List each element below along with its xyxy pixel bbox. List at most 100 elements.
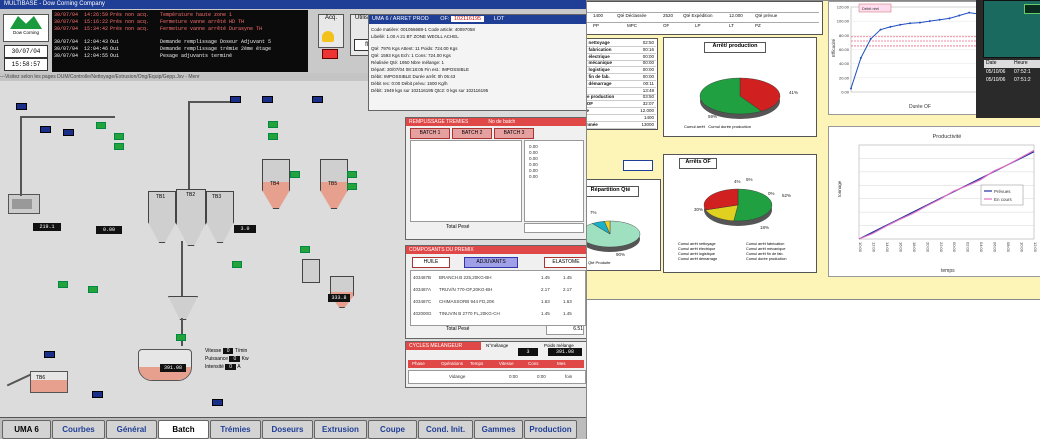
alarm-row[interactable]: 30/07/04 14:26:59 Prés non acq. Température…	[52, 12, 308, 19]
pie-percent-label: 90%	[616, 252, 625, 257]
y-tick-label: 120.00	[837, 5, 850, 10]
trend-table-row[interactable]: 05/10/06 07:51:2	[984, 77, 1040, 84]
tab-elastome[interactable]: ELASTOME	[544, 257, 586, 268]
trend-table-row[interactable]: 05/10/06 07:52:1	[984, 69, 1040, 76]
summary-row-3: Opérations PP MPC OF LP LT PZ	[559, 23, 819, 32]
component-row[interactable]: 403487A TRUV/N 770-OF,20KG-BH 2.17 2.17	[411, 287, 585, 297]
order-line: Qté: 7976 Kgs Attent: 11 Poids: 724.00 K…	[371, 46, 458, 51]
tab-doseurs[interactable]: Doseurs	[262, 420, 313, 439]
tab-coupe[interactable]: Coupe	[368, 420, 417, 439]
x-tick-label: 10:00	[1020, 242, 1025, 253]
tab-adjuvants[interactable]: ADJUVANTS	[464, 257, 518, 268]
component-code: 403487B	[413, 275, 432, 280]
order-details: Code matière: 001056688-1 Code article: …	[371, 26, 585, 94]
tank-left-readout: 219.1	[33, 223, 61, 231]
tab-batch-3[interactable]: BATCH 3	[494, 128, 534, 139]
tab-extrusion[interactable]: Extrusion	[314, 420, 367, 439]
alarm-row[interactable]: 30/07/04 12:04:55 Oui Pesage adjuvants term…	[52, 53, 308, 60]
alarm-list[interactable]: 30/07/04 14:26:59 Prés non acq. Température…	[52, 10, 308, 72]
alarm-time: 12:04:46	[84, 46, 109, 52]
valve-icon[interactable]	[16, 103, 27, 110]
batch-value: 0.00	[529, 156, 538, 161]
x-tick-label: 22:00	[939, 242, 944, 253]
valve-icon[interactable]	[63, 129, 74, 136]
green-valve-icon[interactable]	[300, 246, 310, 253]
alarm-row[interactable]: 30/07/04 15:34:42 Prés non acq. Fermeture v…	[52, 26, 308, 33]
x-tick-label: 12:00	[871, 242, 876, 253]
intensite-value: 0	[225, 364, 237, 370]
report-summary-table: 01:00 Qté Rebut 1400 Qté Déclassée 2520 …	[556, 1, 823, 35]
valve-icon[interactable]	[312, 96, 323, 103]
component-v2: 1.63	[563, 299, 572, 304]
bottom-tab-bar: UMA 6 Courbes Général Batch Trémies Doseurs Ex…	[0, 417, 586, 439]
green-valve-icon[interactable]	[290, 171, 300, 178]
alarm-row[interactable]: 30/07/04 15:16:22 Prés non acq. Fermeture v…	[52, 19, 308, 26]
valve-icon[interactable]	[212, 399, 223, 406]
order-line: Réalisée Qté: 1950 Nbre mélange: 1	[371, 60, 445, 65]
component-v1: 1.45	[541, 275, 550, 280]
tab-production[interactable]: Production	[524, 420, 577, 439]
cumul-value: 03:50	[642, 94, 654, 100]
green-valve-icon[interactable]	[176, 334, 186, 341]
alarm-date: 30/07/04	[54, 12, 79, 18]
legend-item: Cumul arrêt mécanique	[746, 247, 786, 251]
alarm-time: 15:34:42	[84, 26, 109, 32]
melange-value: 3	[518, 348, 538, 356]
no-batch-label: No de batch	[488, 119, 516, 125]
component-row[interactable]: 402000G TINUVIN B 2770 FL,20KG-CH 1.45 1.45	[411, 311, 585, 321]
valve-icon[interactable]	[230, 96, 241, 103]
row-time: 07:52:1	[1014, 69, 1031, 75]
tab-courbes[interactable]: Courbes	[52, 420, 105, 439]
tab-batch-2[interactable]: BATCH 2	[452, 128, 492, 139]
green-valve-icon[interactable]	[114, 133, 124, 140]
green-valve-icon[interactable]	[96, 122, 106, 129]
green-valve-icon[interactable]	[232, 261, 242, 268]
empty-field	[623, 160, 653, 171]
green-valve-icon[interactable]	[58, 281, 68, 288]
components-total-label: Total Pesé	[446, 326, 470, 332]
tab-tr-mies[interactable]: Trémies	[210, 420, 261, 439]
data-point	[889, 25, 892, 28]
tab-huile[interactable]: HUILE	[412, 257, 450, 268]
tab-batch-1[interactable]: BATCH 1	[410, 128, 450, 139]
arrets-of-panel: Arrêts OF 4% 5% 52% 0% 30% 18% Cumul arrêt ne…	[663, 154, 817, 273]
valve-icon[interactable]	[92, 391, 103, 398]
cumul-value: 32:07	[642, 101, 654, 107]
green-valve-icon[interactable]	[114, 143, 124, 150]
x-tick-label: 18:00	[912, 242, 917, 253]
summary-cell: LP	[695, 23, 701, 28]
green-valve-icon[interactable]	[268, 133, 278, 140]
tab-uma-6[interactable]: UMA 6	[2, 420, 51, 439]
alarm-row[interactable]: 30/07/04 12:04:43 Oui Demande remplissage D…	[52, 39, 308, 46]
x-tick-label: 12:00	[1033, 242, 1038, 253]
vitesse-unit: T/min	[234, 348, 248, 354]
acknowledge-label: Acq.	[324, 15, 337, 21]
green-valve-icon[interactable]	[268, 121, 278, 128]
green-valve-icon[interactable]	[347, 171, 357, 178]
silo-label: TB3	[212, 194, 222, 200]
silo-label: TB2	[186, 192, 196, 198]
component-row[interactable]: 403487B BRANCH.B 225,20KG-BH 1.45 1.45	[411, 275, 585, 285]
tab-gammes[interactable]: Gammes	[474, 420, 523, 439]
alarm-time: 15:16:22	[84, 19, 109, 25]
alarm-row[interactable]: 30/07/04 12:04:46 Oui Demande remplissage t…	[52, 46, 308, 53]
tab-cond-init[interactable]: Cond. Init.	[418, 420, 473, 439]
alarm-status: Oui	[110, 53, 120, 59]
alarm-reset-icon[interactable]	[322, 49, 338, 59]
component-row[interactable]: 403487C CHIMASSORB 944 FD,20K 1.63 1.63	[411, 299, 585, 309]
date-field: 30/07/04	[4, 45, 48, 58]
component-v2: 1.45	[563, 311, 572, 316]
valve-icon[interactable]	[40, 126, 51, 133]
tab-g-n-ral[interactable]: Général	[106, 420, 157, 439]
green-valve-icon[interactable]	[347, 183, 357, 190]
order-title: UMA 6 / ARRET PROD	[372, 16, 429, 22]
valve-icon[interactable]	[44, 351, 55, 358]
component-code: 402000G	[413, 311, 432, 316]
green-valve-icon[interactable]	[88, 286, 98, 293]
scada-window: MULTIBASE - Dow Corning Company Dow Corn…	[0, 0, 587, 439]
batch-panel: REMPLISSAGE TREMIES No de batch BATCH 1 B…	[405, 117, 586, 240]
alarm-message: Fermeture vanne arrêté Durasyne TH	[160, 26, 263, 32]
valve-icon[interactable]	[262, 96, 273, 103]
tab-batch[interactable]: Batch	[158, 420, 209, 439]
cumul-value: 12.000	[640, 108, 654, 113]
